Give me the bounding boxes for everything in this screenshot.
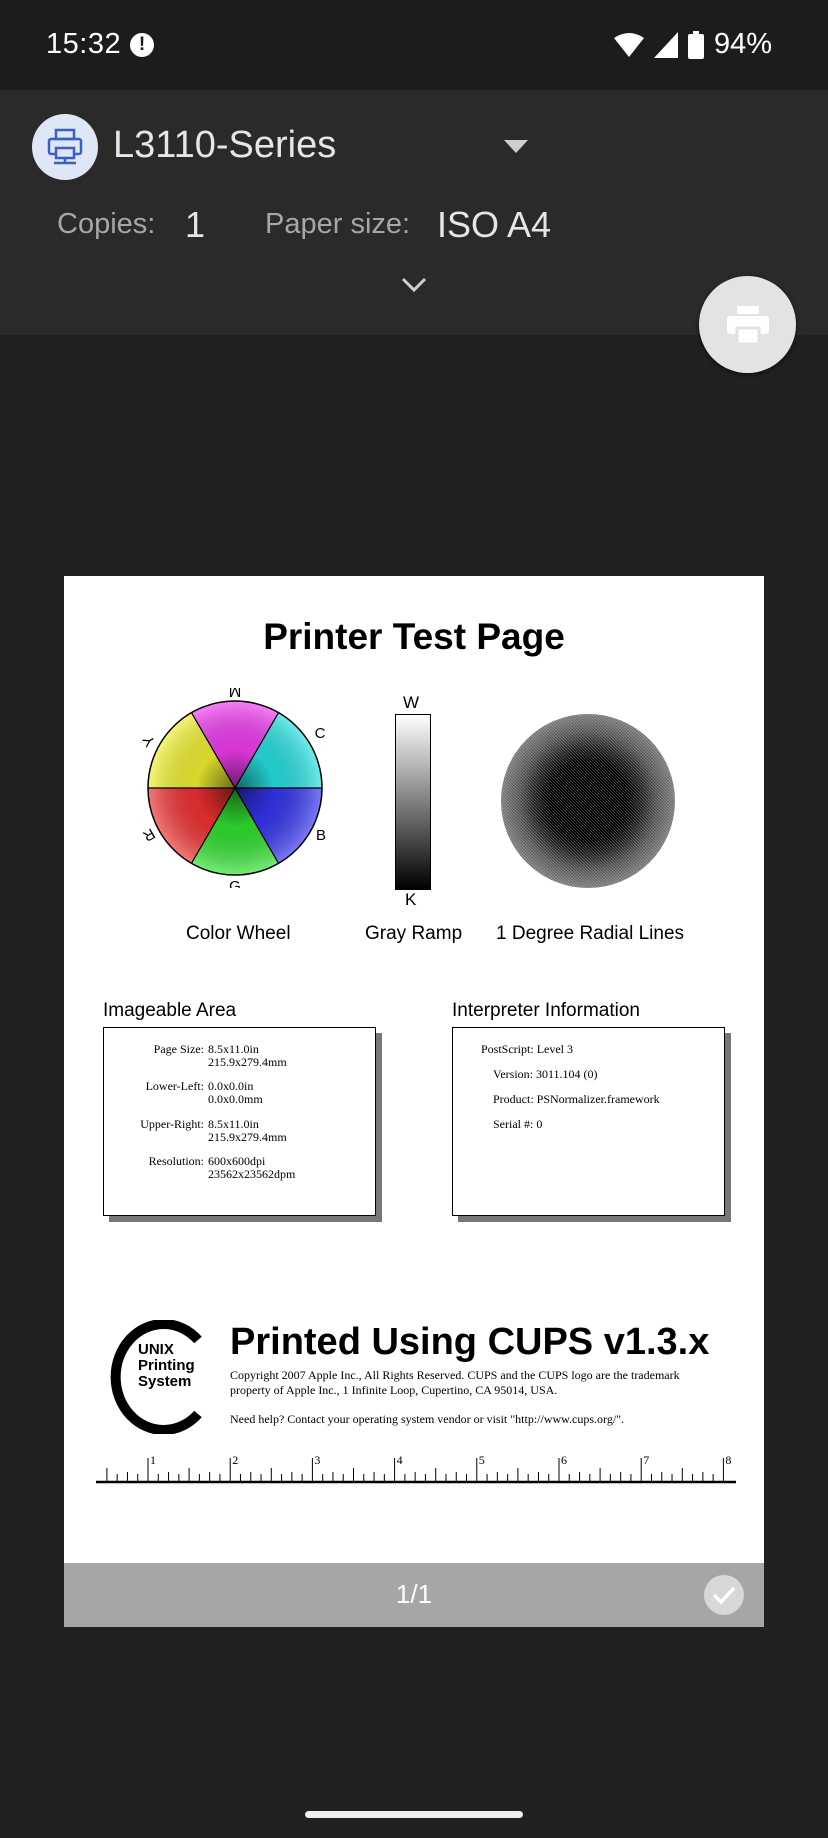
resolution-key: Resolution: [148,1154,204,1168]
ruler-label: 2 [232,1453,238,1467]
network-printer-icon[interactable] [32,114,98,180]
wheel-label-b: B [316,827,326,844]
lower-left-v2: 0.0x0.0mm [208,1092,263,1106]
home-indicator[interactable] [305,1811,523,1818]
upper-right-v2: 215.9x279.4mm [208,1130,287,1144]
cups-logo-text-1: UNIX [138,1341,174,1358]
ruler-label: 3 [314,1453,320,1467]
ruler-label: 1 [150,1453,156,1467]
cups-copyright-line-1: Copyright 2007 Apple Inc., All Rights Re… [230,1368,680,1382]
wheel-label-g: G [229,878,241,888]
upper-right-key: Upper-Right: [140,1117,204,1131]
battery-icon [687,30,704,59]
cellular-signal-icon [653,31,678,58]
chevron-down-icon[interactable] [504,140,528,153]
ruler-label: 7 [643,1453,649,1467]
page-size-v2: 215.9x279.4mm [208,1055,287,1069]
copies-label: Copies: [57,208,156,240]
status-icons: 94% [613,28,772,61]
print-icon [726,305,769,344]
print-preview-page[interactable]: Printer Test Page M C B G R Y Color Whee… [64,576,764,1627]
gray-ramp-bottom-label: K [405,890,417,909]
page-selected-check-icon[interactable] [704,1575,744,1615]
print-button[interactable] [699,276,796,373]
paper-size-value[interactable]: ISO A4 [437,204,551,246]
cups-help-text: Need help? Contact your operating system… [230,1412,625,1426]
ruler-label: 4 [397,1453,403,1467]
version-value: 3011.104 (0) [536,1067,598,1081]
color-wheel-caption: Color Wheel [186,923,291,944]
page-indicator: 1/1 [395,1579,433,1609]
cups-logo-text-3: System [138,1373,191,1390]
copies-value[interactable]: 1 [185,204,205,246]
test-page-title: Printer Test Page [263,616,565,657]
serial-key: Serial #: [493,1117,534,1131]
gray-ramp [395,714,431,890]
ruler-label: 8 [725,1453,731,1467]
resolution-v2: 23562x23562dpm [208,1167,296,1181]
wheel-label-y: Y [140,732,159,749]
printer-selector[interactable]: L3110-Series [113,124,336,167]
cups-copyright-line-2: property of Apple Inc., 1 Infinite Loop,… [230,1383,558,1397]
version-key: Version: [493,1067,533,1081]
cups-logo: UNIX Printing System [110,1320,202,1434]
interpreter-info-box: PostScript: Level 3 Version: 3011.104 (0… [452,1027,725,1216]
wifi-icon [613,32,644,57]
paper-size-label: Paper size: [265,208,411,240]
wheel-label-m: M [229,688,242,700]
expand-options-icon[interactable] [400,276,428,299]
interpreter-info-title: Interpreter Information [452,1000,640,1021]
alert-circle-icon: ! [130,33,154,57]
battery-percent: 94% [713,28,772,60]
wheel-label-r: R [140,824,158,844]
postscript-key: PostScript: [481,1042,534,1056]
wheel-label-c: C [315,725,326,742]
imageable-area-title: Imageable Area [103,1000,237,1021]
radial-lines [501,714,675,888]
radial-lines-caption: 1 Degree Radial Lines [496,923,685,944]
imageable-area-box: Page Size: 8.5x11.0in 215.9x279.4mm Lowe… [103,1027,376,1216]
ruler-label: 6 [561,1453,567,1467]
status-time: 15:32 [46,28,122,60]
color-wheel: M C B G R Y [140,688,326,888]
page-size-key: Page Size: [153,1042,204,1056]
ruler-label: 5 [479,1453,485,1467]
status-bar: 15:32 ! 94% [0,0,828,90]
product-value: PSNormalizer.framework [536,1092,660,1106]
product-key: Product: [493,1092,534,1106]
cups-title: Printed Using CUPS v1.3.x [230,1321,710,1363]
postscript-value: Level 3 [536,1042,574,1056]
gray-ramp-caption: Gray Ramp [365,923,463,944]
preview-page-footer: 1/1 [64,1563,764,1627]
lower-left-key: Lower-Left: [145,1079,204,1093]
gray-ramp-top-label: W [403,693,420,712]
ruler: 1 2 3 4 5 6 7 8 [96,1453,736,1484]
serial-value: 0 [536,1117,543,1131]
cups-logo-text-2: Printing [138,1357,195,1374]
